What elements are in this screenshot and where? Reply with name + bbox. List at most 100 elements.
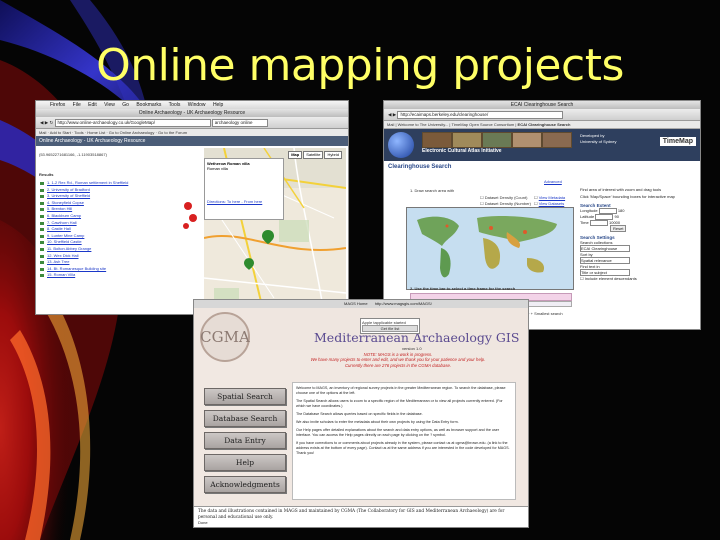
hybrid-button[interactable]: Hybrid [324, 151, 342, 159]
ecai-title: Electronic Cultural Atlas Initiative [422, 148, 502, 154]
result-link[interactable]: 5. Brenton Hill [39, 206, 199, 213]
result-link[interactable]: 13. Ash Tree [39, 259, 199, 266]
result-link[interactable]: 9. Lunter Mine Camp [39, 233, 199, 240]
intro-paragraph: Our Help pages offer detailed explanatio… [296, 428, 500, 437]
bookmark-item[interactable]: Go to Online Archaeology [109, 130, 155, 135]
address-bar[interactable]: http://www.magsgis.com/MAGS/ [375, 301, 432, 306]
extent-value: 180 [617, 208, 625, 214]
reset-button[interactable]: Reset [610, 225, 627, 232]
header-image [512, 132, 542, 148]
menu-file[interactable]: File [73, 102, 81, 108]
bookmark-item[interactable]: Home List [87, 130, 105, 135]
tab-bar: Mail | Welcome to The University... | Ti… [384, 121, 700, 129]
page-footer: The data and illustrations contained in … [194, 506, 528, 527]
menu-view[interactable]: View [104, 102, 115, 108]
map-marker-icon[interactable] [262, 230, 274, 244]
world-density-map[interactable] [406, 207, 574, 290]
map-marker-cluster-icon [183, 202, 197, 229]
result-link[interactable]: 15. Roman Villa [39, 272, 199, 279]
result-link[interactable]: 6. Blackburn Camp [39, 213, 199, 220]
tab-ecai[interactable]: ECAI Clearinghouse Search [518, 122, 571, 127]
result-link[interactable]: 12. Wex Dick Hall [39, 253, 199, 260]
tab-timemap[interactable]: TimeMap Open Source Consortium [452, 122, 515, 127]
address-bar[interactable]: http://www.online-archaeology.co.uk/Goog… [54, 118, 211, 127]
acknowledgments-button[interactable]: Acknowledgments [204, 476, 286, 493]
menu-edit[interactable]: Edit [88, 102, 97, 108]
help-text: Click 'Map/Space' bounding boxes for int… [580, 194, 675, 199]
header-image [542, 132, 572, 148]
collections-select[interactable]: ECAI Clearinghouse [580, 245, 630, 252]
menu-help[interactable]: Help [213, 102, 223, 108]
database-search-button[interactable]: Database Search [204, 410, 286, 427]
intro-text: Welcome to MAGS, an inventory of regiona… [292, 382, 516, 500]
checkbox[interactable]: ☐ [580, 276, 584, 281]
result-link[interactable]: 7. Cawthorn Hall [39, 220, 199, 227]
result-link[interactable]: 4. Stoneyfield Copse [39, 200, 199, 207]
get-file-list-button[interactable]: Get file list [362, 325, 418, 332]
result-link[interactable]: 14. Bt. Romanesque Building site [39, 266, 199, 273]
forward-icon[interactable]: ▶ [45, 120, 48, 125]
settings-label: Include element descendants [584, 276, 637, 281]
view-datasets-link[interactable]: View Datasets [539, 201, 565, 206]
forward-icon[interactable]: ▶ [393, 112, 396, 117]
notice-line: Currently there are 276 projects in the … [344, 362, 452, 368]
map-button[interactable]: Map [288, 151, 303, 159]
tab-mail[interactable]: Mail [387, 122, 394, 127]
view-metadata-link[interactable]: View Metadata [539, 195, 565, 200]
menu-go[interactable]: Go [122, 102, 129, 108]
sort-select[interactable]: Spatial relevance [580, 257, 630, 264]
intro-paragraph: The Database Search allows queries based… [296, 412, 423, 416]
advanced-link[interactable]: Advanced [544, 179, 562, 185]
window-title: ECAI Clearinghouse Search [384, 101, 700, 109]
map-marker-icon[interactable] [244, 258, 254, 270]
version-label: version 1.0 [402, 346, 422, 351]
back-icon[interactable]: ◀ [388, 112, 391, 117]
menu-bookmarks[interactable]: Bookmarks [136, 102, 161, 108]
result-link[interactable]: 10. Sheffield Castle [39, 239, 199, 246]
result-link[interactable]: 8. Castle Hall [39, 226, 199, 233]
bookmark-item[interactable]: Tools [74, 130, 83, 135]
settings-label: Find text in [580, 264, 600, 269]
search-input[interactable]: archaeology online [211, 118, 268, 127]
header-image [422, 132, 452, 148]
directions-link[interactable]: Directions: To here - From here [207, 199, 281, 204]
checkbox[interactable]: ☐ [534, 201, 538, 206]
mac-menubar: Firefox File Edit View Go Bookmarks Tool… [36, 101, 348, 109]
intro-paragraph: We also invite scholars to enter the met… [296, 420, 459, 424]
world-map-image [407, 208, 573, 289]
time-field[interactable] [589, 220, 608, 226]
address-bar[interactable]: http://ecaimaps.berkeley.edu/clearinghou… [397, 110, 564, 119]
bookmark-item[interactable]: Add to Start [50, 130, 71, 135]
satellite-button[interactable]: Satellite [303, 151, 324, 159]
checkbox[interactable]: ☐ [480, 201, 484, 206]
back-icon[interactable]: ◀ [40, 120, 43, 125]
checkbox[interactable]: ☐ [534, 195, 538, 200]
google-map[interactable]: Map Satellite Hybrid Wetherow Roman vill… [204, 148, 346, 312]
bookmark-item[interactable]: Mail [39, 130, 46, 135]
reload-icon[interactable]: ↻ [49, 120, 53, 125]
extent-label: Latitude [580, 214, 595, 220]
find-text-select[interactable]: Title or subject [580, 269, 630, 276]
checkbox[interactable]: ☐ [480, 195, 484, 200]
system-popup: Apple tapplicable started Get file list [360, 318, 420, 334]
view-options: ☐ View Metadata ☐ View Datasets [534, 195, 565, 206]
data-entry-button[interactable]: Data Entry [204, 432, 286, 449]
menu-window[interactable]: Window [188, 102, 206, 108]
menu-tools[interactable]: Tools [169, 102, 181, 108]
result-link[interactable]: 11. Bolton Abbey Grange [39, 246, 199, 253]
spatial-search-button[interactable]: Spatial Search [204, 388, 286, 405]
extent-label: Time [580, 220, 589, 226]
result-link[interactable]: 2. University of Bradford [39, 187, 199, 194]
menu-firefox[interactable]: Firefox [50, 102, 65, 108]
window-title-text: MAGS Home [344, 301, 368, 306]
bookmark-item[interactable]: Go to the Forum [158, 130, 187, 135]
status-text: Done [198, 520, 208, 525]
intro-paragraph: Welcome to MAGS, an inventory of regiona… [296, 386, 506, 395]
tab-university[interactable]: Welcome to The University... [398, 122, 449, 127]
notice-text: NOTE: MAGS is a work in progress. We hav… [278, 352, 518, 368]
browser-toolbar: ◀ ▶ http://ecaimaps.berkeley.edu/clearin… [384, 109, 700, 121]
map-type-buttons: Map Satellite Hybrid [288, 151, 342, 159]
result-link[interactable]: 3. University of Sheffield [39, 193, 199, 200]
help-button[interactable]: Help [204, 454, 286, 471]
result-link[interactable]: 1. 1-2 Rex Rd., Roman settlement in Shef… [39, 180, 199, 187]
